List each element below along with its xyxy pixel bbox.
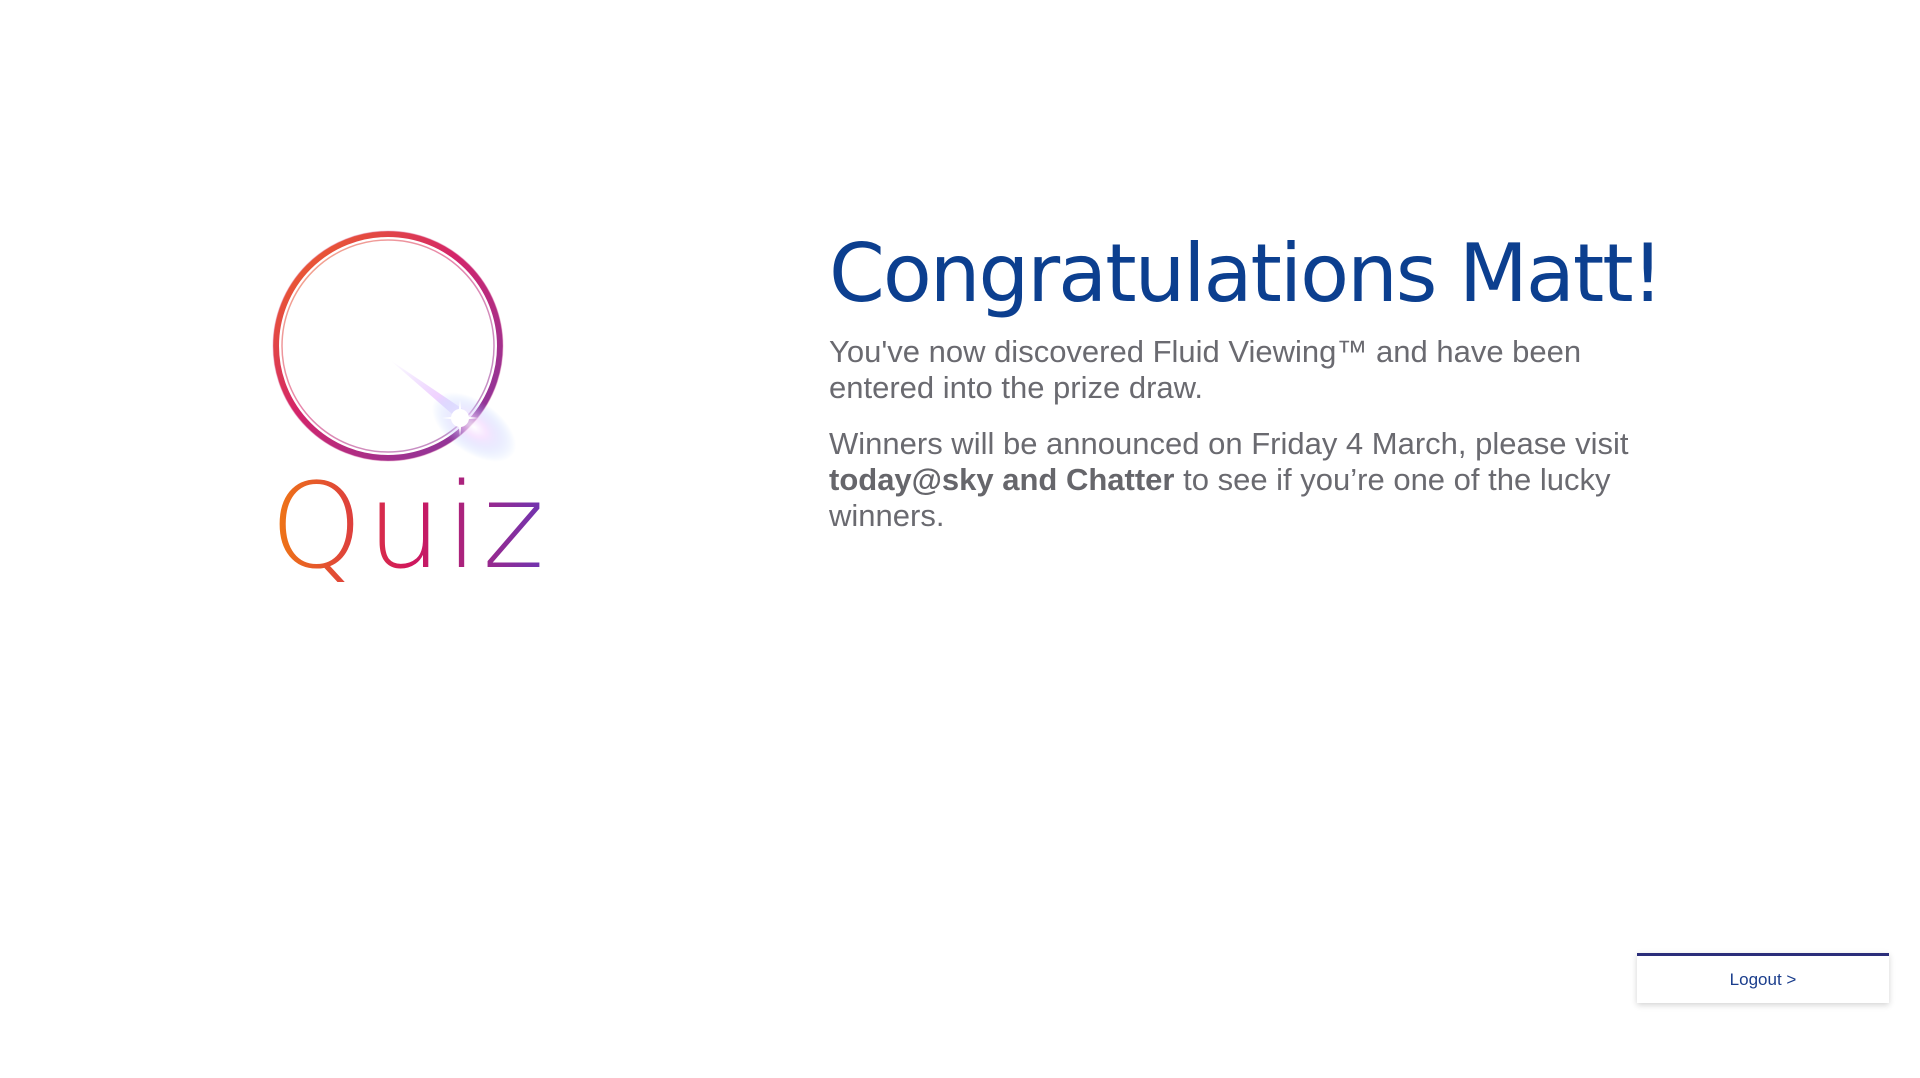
- logout-button[interactable]: Logout >: [1637, 953, 1889, 1003]
- congratulations-message: Congratulations Matt! You've now discove…: [829, 228, 1689, 534]
- quiz-q-ring-icon: Quiz: [270, 230, 548, 592]
- quiz-logo: Quiz: [262, 222, 562, 592]
- winners-text-start: Winners will be announced on Friday 4 Ma…: [829, 426, 1629, 461]
- logout-label: Logout >: [1729, 969, 1797, 989]
- today-sky-chatter-link-text: today@sky and Chatter: [829, 462, 1175, 497]
- prize-draw-text: You've now discovered Fluid Viewing™ and…: [829, 334, 1582, 405]
- quiz-wordmark: Quiz: [270, 457, 548, 592]
- winners-announcement-text: Winners will be announced on Friday 4 Ma…: [829, 426, 1689, 534]
- page-title: Congratulations Matt!: [829, 227, 1664, 320]
